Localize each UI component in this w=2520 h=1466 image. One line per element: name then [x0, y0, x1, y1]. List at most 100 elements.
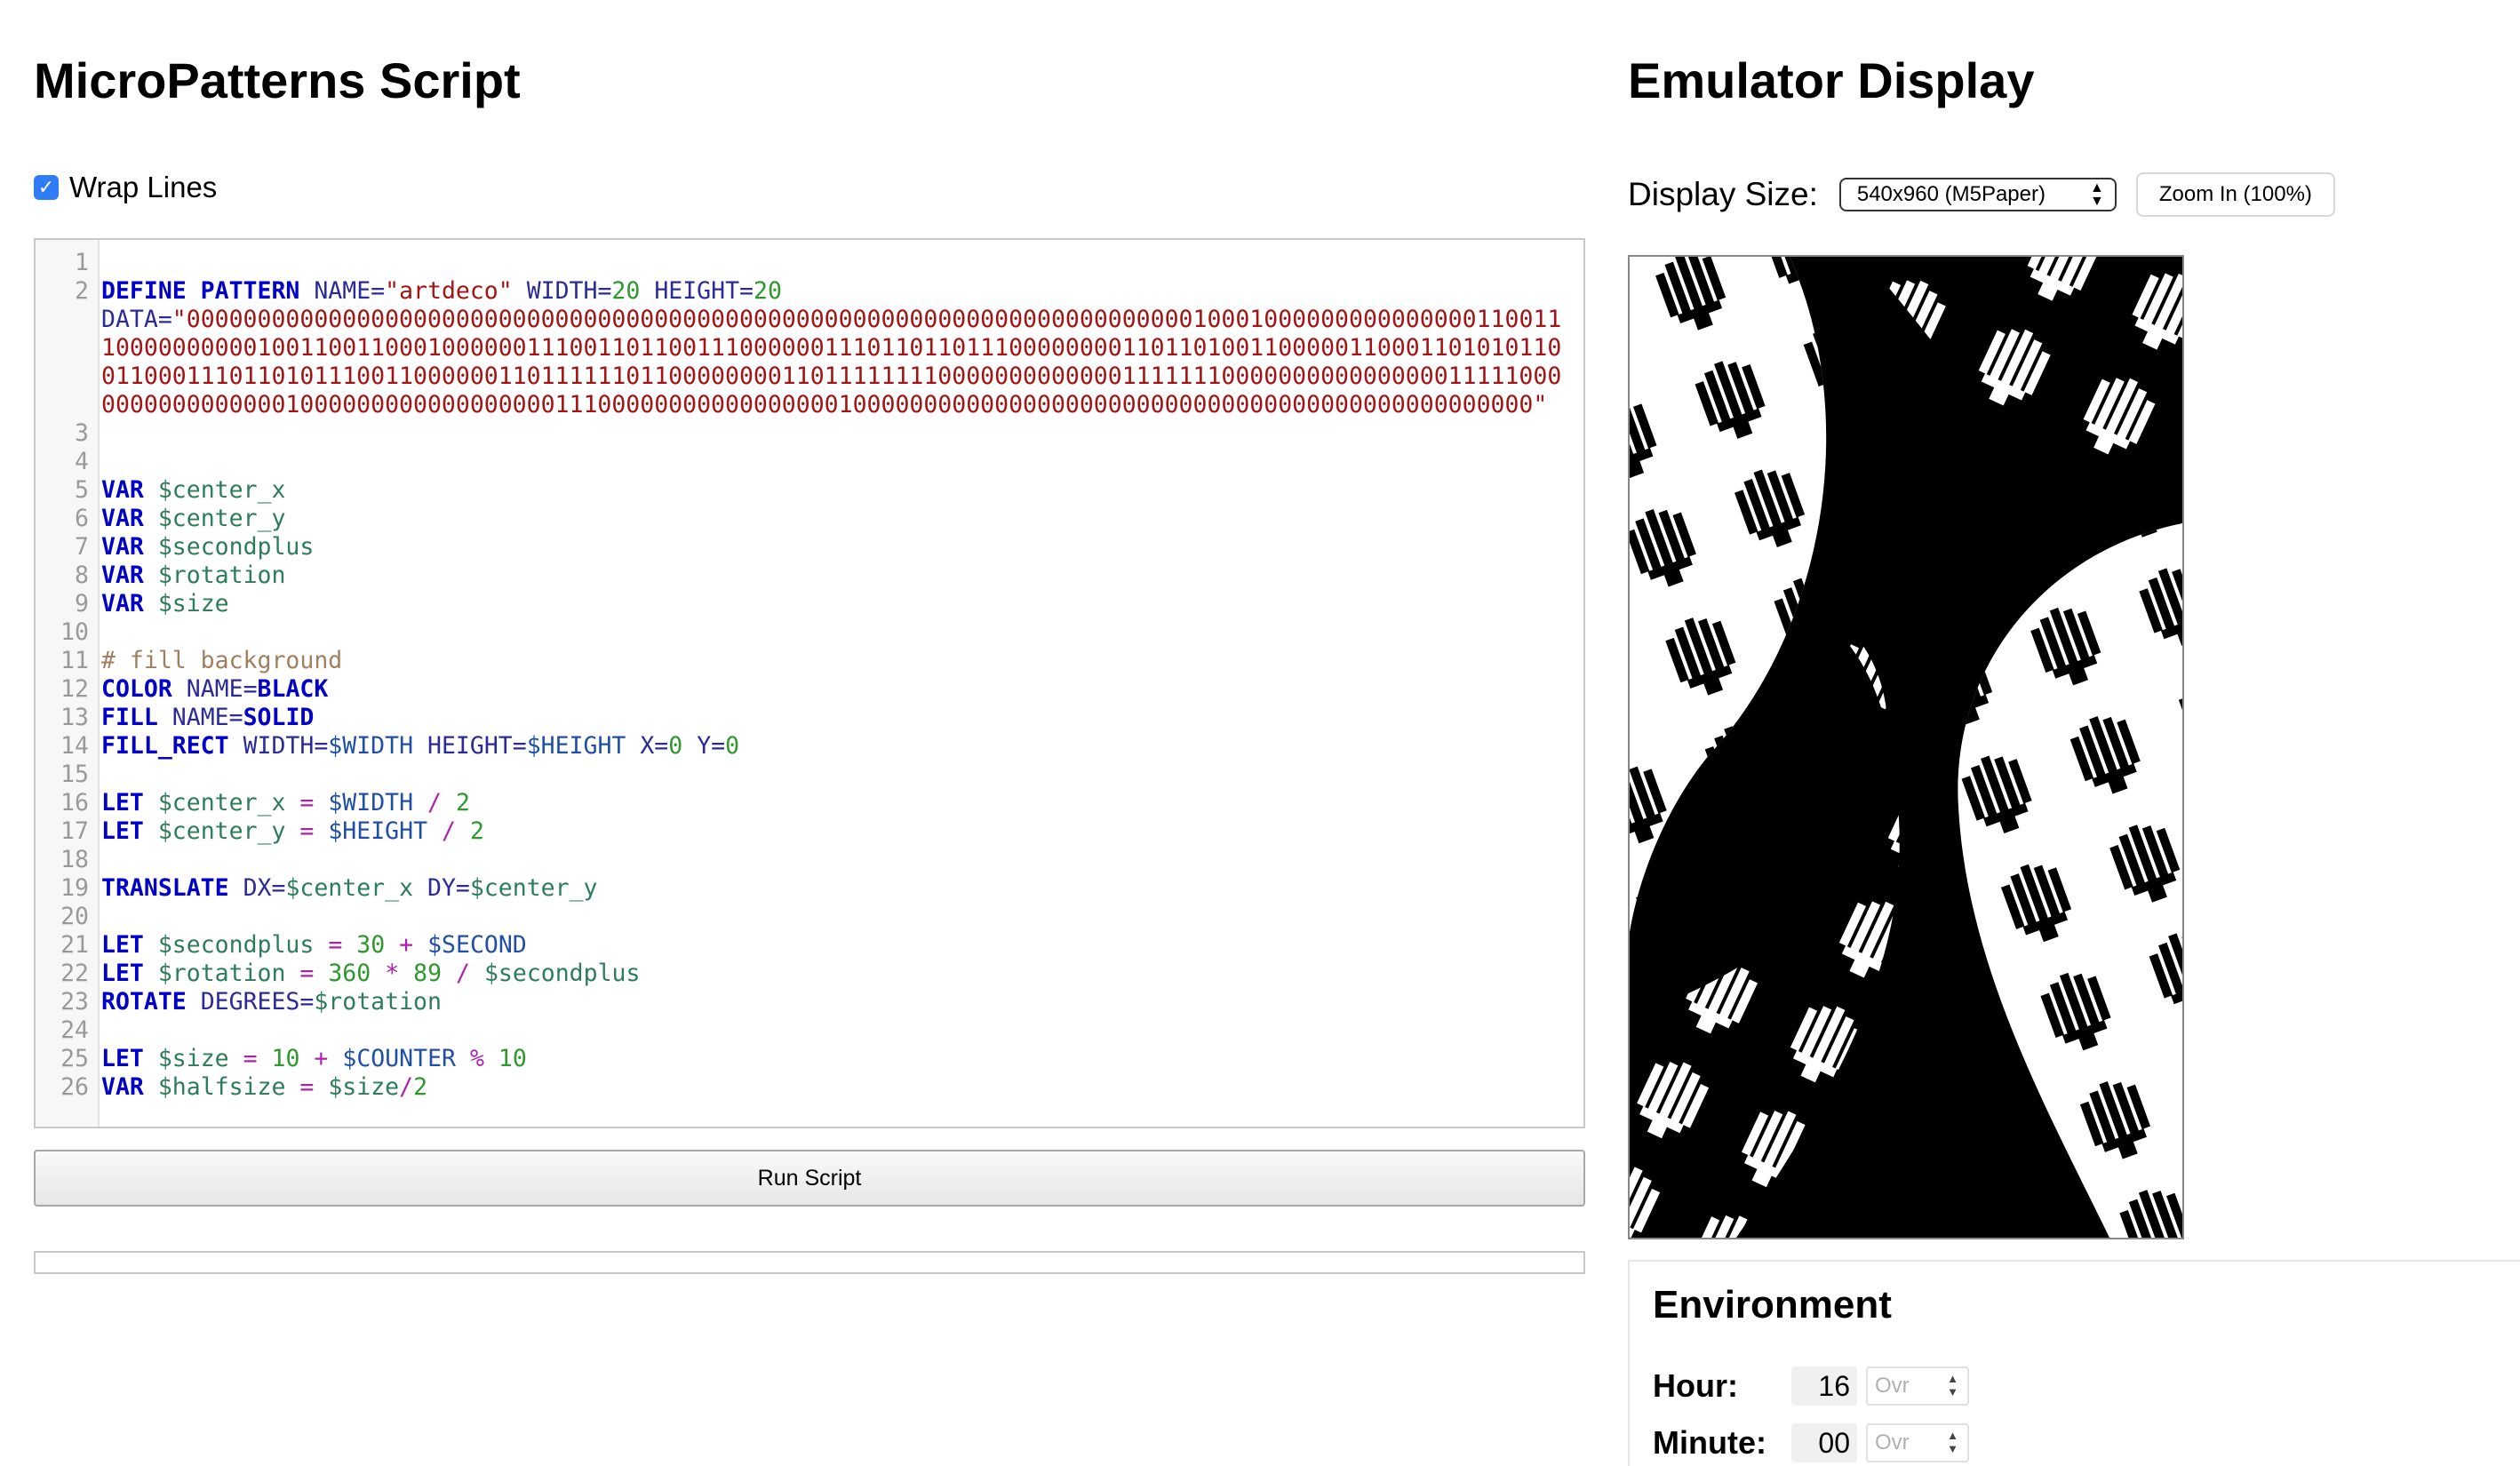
code-line[interactable]: 21 LET $secondplus = 30 + $SECOND [36, 931, 1583, 960]
code-line[interactable]: 2 DEFINE PATTERN NAME="artdeco" WIDTH=20 … [36, 277, 1583, 419]
run-script-button[interactable]: Run Script [34, 1150, 1585, 1207]
line-number: 19 [60, 874, 89, 902]
code-line[interactable]: 10 [36, 618, 1583, 647]
line-content[interactable]: VAR $center_y [101, 505, 1583, 533]
emulator-canvas[interactable] [1628, 255, 2184, 1239]
hour-label: Hour: [1653, 1367, 1738, 1404]
line-content[interactable] [101, 846, 1583, 874]
line-content[interactable]: FILL NAME=SOLID [101, 704, 1583, 732]
code-line[interactable]: 12 COLOR NAME=BLACK [36, 675, 1583, 704]
line-number: 16 [60, 789, 89, 817]
code-editor[interactable]: 1 2 DEFINE PATTERN NAME="artdeco" WIDTH=2… [34, 238, 1585, 1128]
stepper-icon[interactable]: ▲ ▼ [1947, 1429, 1958, 1455]
display-size-select[interactable]: 540x960 (M5Paper) ▲ ▼ [1838, 178, 2117, 211]
code-line[interactable]: 7 VAR $secondplus [36, 533, 1583, 562]
code-line[interactable]: 25 LET $size = 10 + $COUNTER % 10 [36, 1045, 1583, 1073]
code-line[interactable]: 9 VAR $size [36, 590, 1583, 618]
line-number: 5 [75, 476, 89, 504]
environment-title: Environment [1653, 1283, 1892, 1327]
line-number: 1 [75, 249, 89, 276]
line-content[interactable]: VAR $secondplus [101, 533, 1583, 562]
minute-override-placeholder: Ovr [1875, 1430, 1910, 1454]
line-content[interactable]: LET $center_x = $WIDTH / 2 [101, 789, 1583, 817]
code-line[interactable]: 26 VAR $halfsize = $size/2 [36, 1073, 1583, 1102]
wrap-lines-toggle[interactable]: ✓ Wrap Lines [34, 171, 217, 204]
line-content[interactable]: ROTATE DEGREES=$rotation [101, 988, 1583, 1016]
line-content[interactable] [101, 903, 1583, 931]
hour-override-input[interactable]: Ovr ▲ ▼ [1866, 1366, 1969, 1406]
line-number: 7 [75, 533, 89, 561]
code-line[interactable]: 8 VAR $rotation [36, 562, 1583, 590]
line-content[interactable]: TRANSLATE DX=$center_x DY=$center_y [101, 874, 1583, 903]
line-content[interactable]: VAR $center_x [101, 476, 1583, 505]
pattern-render [1630, 257, 2182, 1238]
code-line[interactable]: 15 [36, 761, 1583, 789]
line-content[interactable] [101, 1016, 1583, 1045]
line-content[interactable]: # fill background [101, 647, 1583, 675]
wrap-lines-checkbox[interactable]: ✓ [34, 175, 59, 200]
code-content[interactable]: 1 2 DEFINE PATTERN NAME="artdeco" WIDTH=2… [36, 249, 1583, 1102]
code-line[interactable]: 22 LET $rotation = 360 * 89 / $secondplus [36, 960, 1583, 988]
line-number: 2 [75, 277, 89, 305]
line-number: 18 [60, 846, 89, 873]
line-content[interactable]: VAR $halfsize = $size/2 [101, 1073, 1583, 1102]
line-number: 4 [75, 448, 89, 475]
code-line[interactable]: 20 [36, 903, 1583, 931]
emulator-panel-title: Emulator Display [1628, 52, 2035, 108]
line-number: 25 [60, 1045, 89, 1072]
line-number: 24 [60, 1016, 89, 1044]
line-number: 10 [60, 618, 89, 646]
code-line[interactable]: 17 LET $center_y = $HEIGHT / 2 [36, 817, 1583, 846]
minute-override-input[interactable]: Ovr ▲ ▼ [1866, 1423, 1969, 1462]
script-panel-title: MicroPatterns Script [34, 52, 521, 108]
code-line[interactable]: 14 FILL_RECT WIDTH=$WIDTH HEIGHT=$HEIGHT … [36, 732, 1583, 761]
code-line[interactable]: 5 VAR $center_x [36, 476, 1583, 505]
code-line[interactable]: 24 [36, 1016, 1583, 1045]
env-row-minute: Minute: 00 Ovr ▲ ▼ [1653, 1423, 1969, 1462]
code-line[interactable]: 1 [36, 249, 1583, 277]
line-content[interactable]: DEFINE PATTERN NAME="artdeco" WIDTH=20 H… [101, 277, 1583, 419]
code-line[interactable]: 11 # fill background [36, 647, 1583, 675]
line-content[interactable]: LET $center_y = $HEIGHT / 2 [101, 817, 1583, 846]
output-area [34, 1251, 1585, 1274]
code-line[interactable]: 16 LET $center_x = $WIDTH / 2 [36, 789, 1583, 817]
line-number: 3 [75, 419, 89, 447]
line-content[interactable]: LET $secondplus = 30 + $SECOND [101, 931, 1583, 960]
line-number: 14 [60, 732, 89, 760]
line-number: 13 [60, 704, 89, 731]
line-number: 11 [60, 647, 89, 674]
code-line[interactable]: 18 [36, 846, 1583, 874]
stepper-icon[interactable]: ▲ ▼ [1947, 1372, 1958, 1398]
line-number: 23 [60, 988, 89, 1016]
display-size-value: 540x960 (M5Paper) [1856, 182, 2046, 206]
code-line[interactable]: 4 [36, 448, 1583, 476]
line-content[interactable] [101, 249, 1583, 277]
line-number: 6 [75, 505, 89, 532]
zoom-in-button[interactable]: Zoom In (100%) [2135, 172, 2335, 217]
wrap-lines-label: Wrap Lines [69, 171, 218, 203]
line-number: 17 [60, 817, 89, 845]
line-content[interactable]: LET $size = 10 + $COUNTER % 10 [101, 1045, 1583, 1073]
line-content[interactable]: COLOR NAME=BLACK [101, 675, 1583, 704]
line-number: 22 [60, 960, 89, 987]
line-content[interactable] [101, 618, 1583, 647]
hour-override-placeholder: Ovr [1875, 1374, 1910, 1398]
line-content[interactable] [101, 761, 1583, 789]
line-number: 8 [75, 562, 89, 589]
line-content[interactable]: LET $rotation = 360 * 89 / $secondplus [101, 960, 1583, 988]
line-content[interactable]: VAR $rotation [101, 562, 1583, 590]
line-number: 26 [60, 1073, 89, 1101]
minute-value: 00 [1791, 1423, 1857, 1462]
line-content[interactable]: FILL_RECT WIDTH=$WIDTH HEIGHT=$HEIGHT X=… [101, 732, 1583, 761]
code-line[interactable]: 23 ROTATE DEGREES=$rotation [36, 988, 1583, 1016]
line-content[interactable]: VAR $size [101, 590, 1583, 618]
code-line[interactable]: 13 FILL NAME=SOLID [36, 704, 1583, 732]
minute-label: Minute: [1653, 1424, 1766, 1461]
line-content[interactable] [101, 419, 1583, 448]
code-line[interactable]: 3 [36, 419, 1583, 448]
line-number: 20 [60, 903, 89, 930]
code-line[interactable]: 19 TRANSLATE DX=$center_x DY=$center_y [36, 874, 1583, 903]
line-content[interactable] [101, 448, 1583, 476]
hour-value: 16 [1791, 1366, 1857, 1406]
code-line[interactable]: 6 VAR $center_y [36, 505, 1583, 533]
